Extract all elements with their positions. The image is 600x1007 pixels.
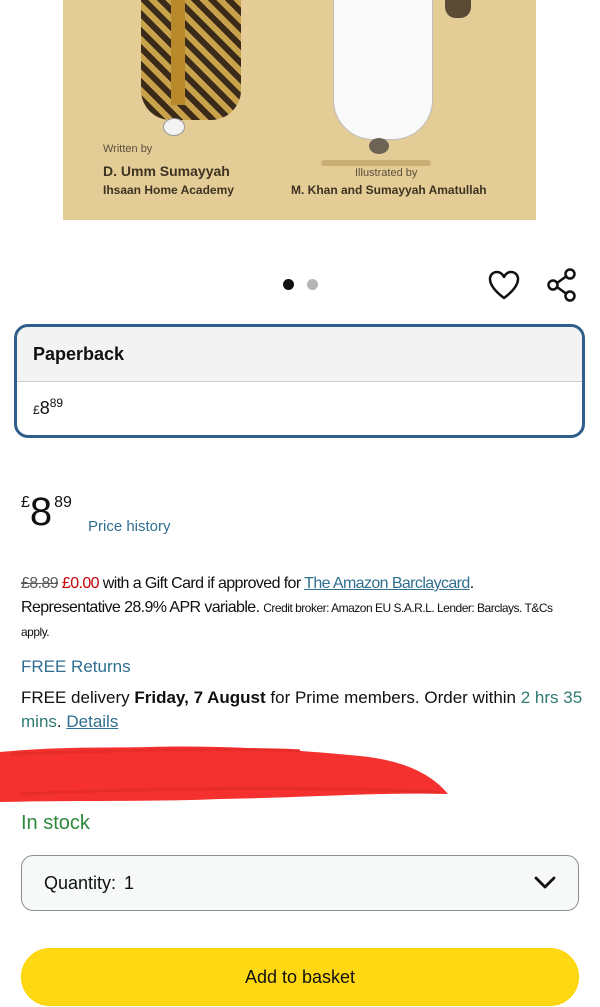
old-price: £8.89 (21, 575, 59, 592)
share-icon (547, 268, 576, 302)
format-option-paperback[interactable]: Paperback £889 (14, 324, 585, 438)
cover-author: D. Umm Sumayyah (103, 163, 230, 179)
quantity-select[interactable]: Quantity: 1 (21, 855, 579, 911)
carousel-dot-2[interactable] (307, 279, 318, 290)
cover-illustration-figure-right (333, 0, 433, 140)
stock-status: In stock (21, 812, 90, 834)
cover-academy: Ihsaan Home Academy (103, 183, 234, 197)
cover-illustrators: M. Khan and Sumayyah Amatullah (291, 183, 487, 197)
barclaycard-link[interactable]: The Amazon Barclaycard (304, 575, 470, 592)
price-currency: £ (21, 494, 30, 511)
apr-text: Representative 28.9% APR variable. (21, 599, 264, 616)
book-cover-image[interactable]: Written by D. Umm Sumayyah Ihsaan Home A… (63, 0, 536, 220)
price-history-link[interactable]: Price history (88, 518, 171, 535)
format-label: Paperback (17, 327, 582, 382)
delivery-info: FREE delivery Friday, 7 August for Prime… (21, 688, 583, 731)
share-button[interactable] (542, 265, 582, 305)
product-price: £ 8 89 (21, 492, 72, 532)
cover-illustrated-by: Illustrated by (355, 167, 418, 179)
price-whole: 8 (29, 490, 53, 534)
redaction-scribble (0, 746, 448, 802)
price-fraction: 89 (54, 494, 72, 511)
format-price: £889 (33, 396, 64, 418)
wishlist-button[interactable] (484, 265, 524, 305)
cover-written-by: Written by (103, 143, 153, 155)
gift-card-offer: £8.89 £0.00 with a Gift Card if approved… (21, 575, 553, 639)
carousel-dot-1[interactable] (283, 279, 294, 290)
quantity-value: 1 (124, 872, 135, 893)
heart-icon (488, 270, 520, 300)
add-to-basket-button[interactable]: Add to basket (21, 948, 579, 1006)
free-returns-link[interactable]: FREE Returns (21, 657, 131, 677)
cover-illustration-figure-left (141, 0, 241, 120)
quantity-label: Quantity: (44, 872, 117, 893)
chevron-down-icon (534, 876, 556, 889)
delivery-details-link[interactable]: Details (66, 712, 118, 731)
delivery-date: Friday, 7 August (134, 688, 266, 707)
offer-price: £0.00 (61, 575, 100, 592)
